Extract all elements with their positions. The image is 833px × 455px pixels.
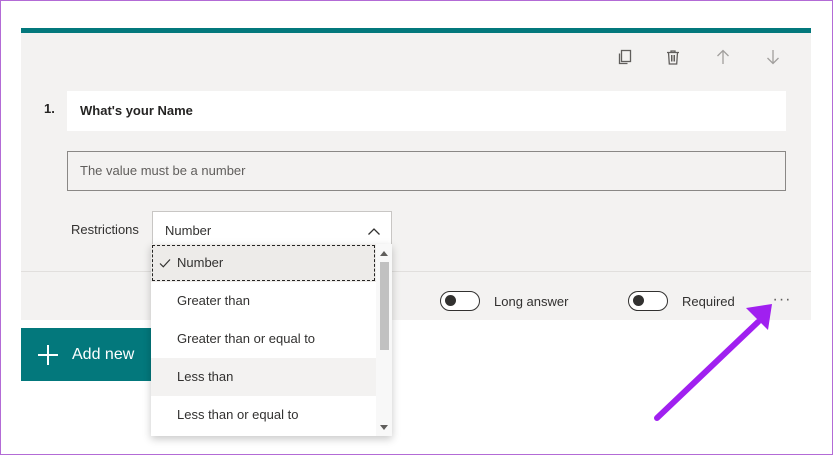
option-number[interactable]: Number	[151, 244, 376, 282]
option-label: Less than	[177, 369, 234, 384]
option-less-than[interactable]: Less than	[151, 358, 376, 396]
checkmark-icon	[159, 259, 171, 268]
trash-icon	[667, 50, 679, 65]
answer-placeholder-field[interactable]: The value must be a number	[67, 151, 786, 191]
question-card: 1. What's your Name The value must be a …	[21, 28, 811, 320]
restrictions-label: Restrictions	[71, 222, 139, 237]
option-greater-than[interactable]: Greater than	[151, 282, 376, 320]
toggle-knob	[445, 295, 456, 306]
chevron-up-icon	[368, 228, 380, 235]
dropdown-scrollbar[interactable]	[376, 244, 392, 436]
restrictions-selected-value: Number	[165, 223, 212, 238]
delete-question-button[interactable]	[661, 45, 685, 69]
option-label: Number	[177, 255, 224, 270]
question-editor: 1. What's your Name The value must be a …	[21, 33, 811, 271]
option-less-than-or-equal[interactable]: Less than or equal to	[151, 396, 376, 434]
copy-icon	[618, 49, 632, 65]
restrictions-dropdown: Number Greater than Greater than or equa…	[151, 244, 392, 436]
arrow-up-icon	[717, 49, 729, 64]
scroll-down-arrow-icon[interactable]	[380, 425, 388, 430]
long-answer-label: Long answer	[494, 293, 569, 309]
option-label: Greater than	[177, 293, 250, 308]
option-label: Less than or equal to	[177, 407, 299, 422]
add-new-label: Add new	[72, 345, 135, 363]
copy-question-button[interactable]	[613, 45, 637, 69]
move-up-button[interactable]	[711, 45, 735, 69]
long-answer-toggle[interactable]	[440, 291, 480, 311]
restrictions-option-list: Number Greater than Greater than or equa…	[151, 244, 376, 436]
scroll-up-arrow-icon[interactable]	[380, 251, 388, 256]
arrow-down-icon	[767, 50, 779, 65]
toggle-knob	[633, 295, 644, 306]
add-new-button[interactable]: Add new	[21, 328, 161, 381]
annotation-arrow-icon	[654, 304, 772, 421]
plus-icon	[38, 344, 58, 365]
option-greater-than-or-equal[interactable]: Greater than or equal to	[151, 320, 376, 358]
option-label: Greater than or equal to	[177, 331, 316, 346]
question-number: 1.	[44, 101, 55, 116]
question-title-input[interactable]: What's your Name	[67, 91, 786, 131]
long-answer-toggle-group: Long answer	[440, 291, 568, 311]
scroll-thumb[interactable]	[380, 262, 389, 350]
move-down-button[interactable]	[761, 45, 785, 69]
